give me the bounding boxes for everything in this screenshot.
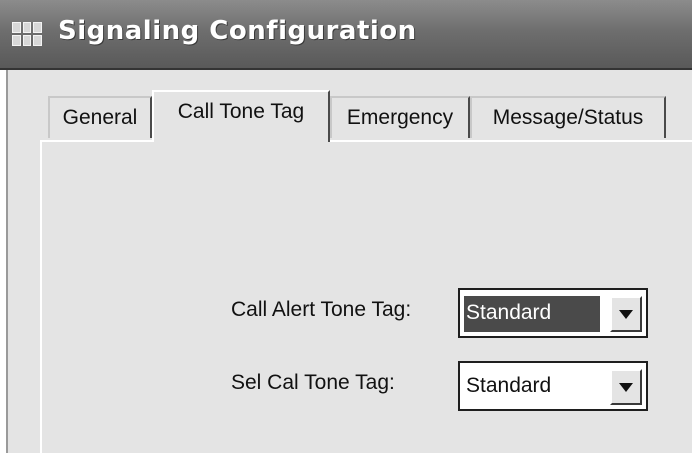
sel-cal-tone-tag-label: Sel Cal Tone Tag: bbox=[231, 371, 395, 394]
sel-cal-tone-tag-value: Standard bbox=[466, 374, 552, 397]
tab-call-tone-tag[interactable]: Call Tone Tag bbox=[152, 90, 330, 142]
call-alert-tone-tag-value: Standard bbox=[464, 296, 600, 332]
call-alert-tone-tag-label: Call Alert Tone Tag: bbox=[231, 298, 412, 321]
screen: Signaling Configuration General Call Ton… bbox=[0, 0, 692, 453]
sel-cal-tone-tag-select[interactable]: Standard bbox=[458, 361, 648, 411]
call-alert-tone-tag-select[interactable]: Standard bbox=[458, 288, 648, 338]
tab-message-status[interactable]: Message/Status bbox=[470, 96, 666, 138]
tab-emergency[interactable]: Emergency bbox=[330, 96, 470, 138]
title-bar[interactable]: Signaling Configuration bbox=[0, 0, 692, 70]
tab-general[interactable]: General bbox=[48, 96, 152, 138]
window-title: Signaling Configuration bbox=[58, 16, 417, 46]
window-grid-icon bbox=[12, 22, 42, 46]
chevron-down-icon[interactable] bbox=[610, 369, 642, 405]
chevron-down-icon[interactable] bbox=[610, 296, 642, 332]
